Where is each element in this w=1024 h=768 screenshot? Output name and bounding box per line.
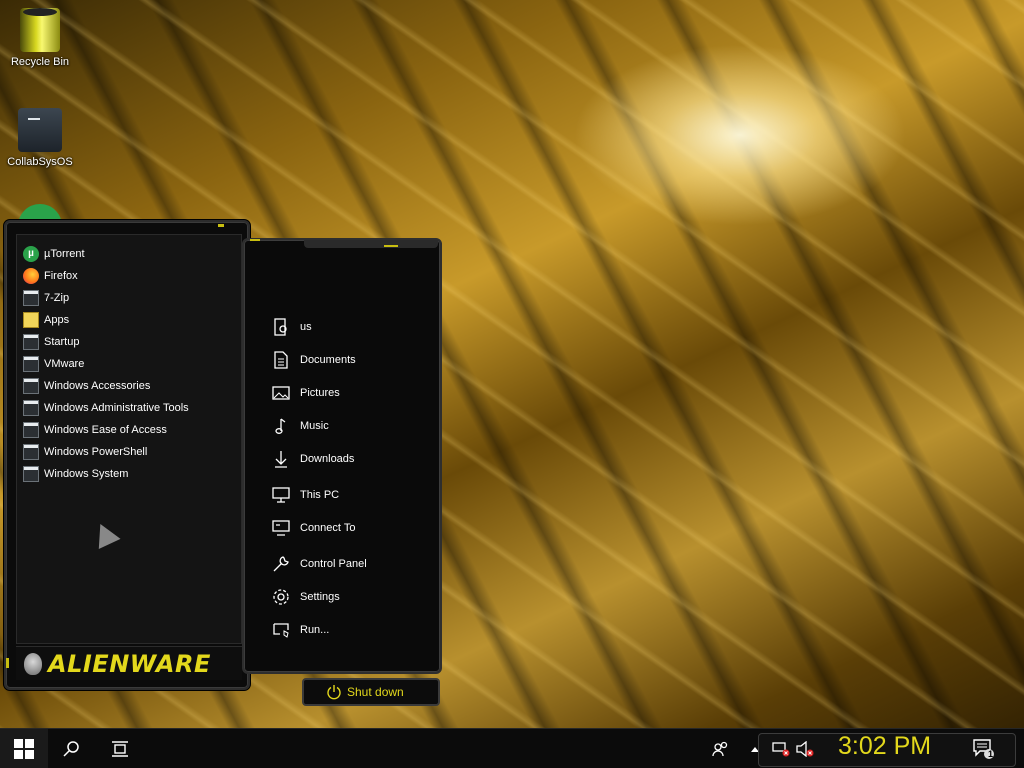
program-list: µ µTorrent Firefox 7-Zip Apps Startup VM… — [17, 235, 241, 485]
place-item-user[interactable]: us — [272, 310, 367, 343]
place-label: Run... — [300, 623, 330, 636]
desktop-icon-label: Recycle Bin — [10, 56, 70, 68]
folder-icon — [18, 108, 62, 152]
people-button[interactable] — [708, 729, 734, 768]
start-menu-places-panel: us Documents Pictures Music Downloads Th… — [242, 238, 442, 674]
brand-logo: ALIENWARE — [16, 646, 242, 680]
recycle-bin-icon — [20, 8, 60, 52]
program-label: Windows Accessories — [44, 380, 151, 392]
program-label: Startup — [44, 336, 80, 348]
network-disconnected-icon — [772, 742, 790, 757]
program-label: Windows System — [44, 468, 129, 480]
task-view-icon — [112, 741, 128, 757]
program-item-utorrent[interactable]: µ µTorrent — [17, 243, 241, 265]
people-icon — [712, 741, 728, 757]
program-list-area: µ µTorrent Firefox 7-Zip Apps Startup VM… — [16, 234, 242, 644]
folder-icon — [23, 334, 39, 350]
power-icon — [326, 684, 342, 700]
place-label: Settings — [300, 590, 340, 603]
program-label: VMware — [44, 358, 85, 370]
folder-icon — [23, 378, 39, 394]
folder-icon — [23, 422, 39, 438]
place-item-documents[interactable]: Documents — [272, 343, 367, 376]
brand-text: ALIENWARE — [48, 649, 211, 678]
desktop-icon-collabsysos[interactable]: CollabSysOS — [0, 108, 80, 168]
place-item-settings[interactable]: Settings — [272, 580, 367, 613]
program-label: Windows PowerShell — [44, 446, 148, 458]
start-button[interactable] — [0, 729, 48, 768]
place-label: Downloads — [300, 452, 355, 465]
program-item-startup[interactable]: Startup — [17, 331, 241, 353]
user-icon — [272, 317, 290, 336]
folder-icon — [23, 444, 39, 460]
volume-tray-button[interactable] — [794, 729, 816, 768]
program-label: Apps — [44, 314, 70, 326]
mouse-cursor-icon — [89, 518, 121, 550]
picture-icon — [272, 384, 290, 402]
apps-icon — [23, 312, 39, 328]
network-tray-button[interactable] — [770, 729, 792, 768]
program-label: µTorrent — [44, 248, 85, 260]
run-icon — [272, 621, 290, 639]
alien-head-icon — [24, 652, 42, 675]
document-icon — [272, 350, 290, 369]
notification-count-badge: 1 — [987, 749, 993, 759]
place-item-run[interactable]: Run... — [272, 613, 367, 646]
program-label: Windows Administrative Tools — [44, 402, 189, 414]
firefox-icon — [23, 268, 39, 284]
places-list: us Documents Pictures Music Downloads Th… — [272, 310, 367, 646]
program-label: Windows Ease of Access — [44, 424, 167, 436]
place-label: Documents — [300, 353, 356, 366]
folder-icon — [23, 356, 39, 372]
place-label: us — [300, 320, 312, 333]
program-item-windows-powershell[interactable]: Windows PowerShell — [17, 441, 241, 463]
download-icon — [272, 450, 290, 468]
taskbar-clock[interactable]: 3:02 PM — [838, 732, 931, 761]
action-center-button[interactable]: 1 — [968, 729, 1000, 768]
place-label: Music — [300, 419, 329, 432]
panel-header-bar — [304, 240, 438, 248]
program-item-windows-accessories[interactable]: Windows Accessories — [17, 375, 241, 397]
program-label: Firefox — [44, 270, 78, 282]
program-item-windows-ease-of-access[interactable]: Windows Ease of Access — [17, 419, 241, 441]
utorrent-icon: µ — [23, 246, 39, 262]
gear-icon — [272, 588, 290, 606]
desktop-icon-label: CollabSysOS — [7, 156, 73, 168]
task-view-button[interactable] — [104, 729, 136, 768]
place-label: Control Panel — [300, 557, 367, 570]
folder-icon — [23, 290, 39, 306]
place-label: This PC — [300, 488, 340, 501]
place-label: Pictures — [300, 386, 340, 399]
shutdown-label: Shut down — [347, 685, 404, 699]
program-item-firefox[interactable]: Firefox — [17, 265, 241, 287]
folder-icon — [23, 400, 39, 416]
monitor-icon — [272, 486, 290, 504]
search-button[interactable] — [56, 729, 88, 768]
place-label: Connect To — [300, 521, 356, 534]
connect-icon — [272, 519, 290, 537]
program-item-vmware[interactable]: VMware — [17, 353, 241, 375]
music-icon — [272, 417, 290, 435]
place-item-control-panel[interactable]: Control Panel — [272, 547, 367, 580]
wrench-icon — [272, 555, 290, 573]
search-icon — [63, 741, 79, 757]
place-item-downloads[interactable]: Downloads — [272, 442, 367, 475]
volume-muted-icon — [796, 741, 814, 757]
program-item-windows-administrative-tools[interactable]: Windows Administrative Tools — [17, 397, 241, 419]
place-item-connect-to[interactable]: Connect To — [272, 511, 367, 544]
program-item-7zip[interactable]: 7-Zip — [17, 287, 241, 309]
folder-icon — [23, 466, 39, 482]
place-item-music[interactable]: Music — [272, 409, 367, 442]
program-item-apps[interactable]: Apps — [17, 309, 241, 331]
program-label: 7-Zip — [44, 292, 70, 304]
place-item-pictures[interactable]: Pictures — [272, 376, 367, 409]
program-item-windows-system[interactable]: Windows System — [17, 463, 241, 485]
windows-logo-icon — [14, 739, 34, 759]
start-menu-programs-panel: µ µTorrent Firefox 7-Zip Apps Startup VM… — [4, 220, 250, 690]
place-item-this-pc[interactable]: This PC — [272, 478, 367, 511]
desktop-icon-recycle-bin[interactable]: Recycle Bin — [0, 8, 80, 68]
shutdown-button[interactable]: Shut down — [302, 678, 440, 706]
